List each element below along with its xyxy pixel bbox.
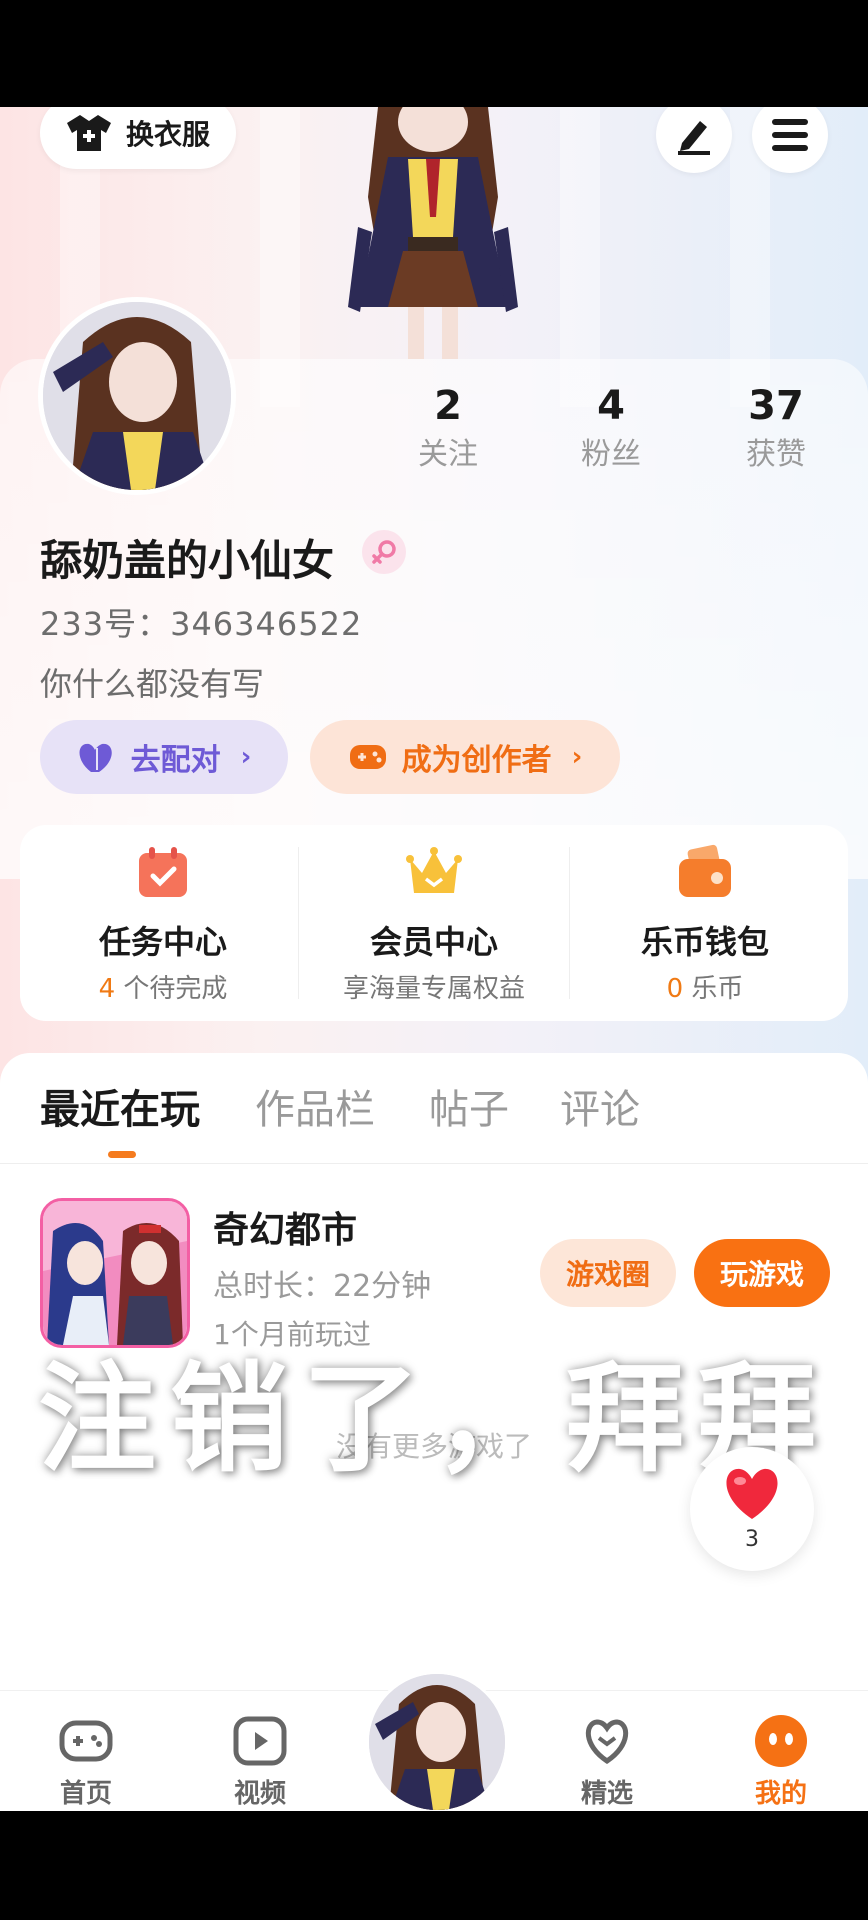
like-count: 3	[745, 1527, 759, 1552]
gender-badge	[362, 530, 406, 574]
hamburger-menu-icon	[772, 119, 808, 151]
user-id: 233号：346346522	[40, 605, 363, 643]
heart-icon	[726, 1468, 778, 1519]
tshirt-icon	[66, 115, 111, 151]
avatar-image	[43, 302, 231, 490]
avatar[interactable]	[38, 297, 236, 495]
heart-outline-icon	[586, 1719, 628, 1765]
pair-button-label: 去配对	[130, 743, 221, 778]
likes-stat[interactable]: 37 获赞	[716, 382, 836, 480]
coin-wallet-subtitle: 0 乐币	[666, 974, 744, 1004]
task-center-title: 任务中心	[98, 923, 227, 961]
game-circle-button[interactable]: 游戏圈	[540, 1239, 676, 1307]
coin-wallet-title: 乐币钱包	[640, 923, 769, 961]
tabs-divider	[0, 1163, 868, 1164]
nav-center-avatar[interactable]	[366, 1671, 508, 1811]
tab-works[interactable]: 作品栏	[255, 1077, 375, 1135]
likes-count: 37	[748, 383, 804, 429]
profile-screen: 换衣服 2 关注 4 粉丝 37 获赞 舔奶盖的小仙女 233号：3463465…	[0, 107, 868, 1811]
services-panel: 任务中心 4 个待完成 会员中心 享海量专属权益 乐币钱包 0 乐币	[20, 825, 848, 1021]
nav-video-label: 视频	[233, 1779, 286, 1809]
nav-featured[interactable]: 精选	[547, 1691, 667, 1811]
crown-icon	[406, 847, 462, 893]
chevron-right-icon: ›	[240, 742, 252, 772]
change-clothes-button[interactable]: 换衣服	[40, 107, 236, 169]
tab-recently-played[interactable]: 最近在玩	[40, 1077, 200, 1135]
calendar-check-icon	[139, 847, 187, 897]
edit-profile-button[interactable]	[656, 107, 732, 173]
become-creator-label: 成为创作者	[401, 743, 552, 778]
female-icon	[372, 540, 396, 564]
nav-mine-label: 我的	[754, 1779, 807, 1809]
gamepad-icon	[349, 745, 386, 769]
followers-count: 4	[597, 383, 625, 429]
vip-center-item[interactable]: 会员中心 享海量专属权益	[299, 825, 569, 1021]
vip-center-subtitle: 享海量专属权益	[342, 974, 525, 1004]
tab-comments[interactable]: 评论	[560, 1077, 640, 1135]
bio: 你什么都没有写	[40, 665, 265, 703]
followers-label: 粉丝	[581, 437, 641, 472]
following-stat[interactable]: 2 关注	[388, 382, 508, 480]
following-label: 关注	[418, 437, 478, 472]
game-total-time: 总时长：22分钟	[213, 1269, 432, 1304]
nav-home-label: 首页	[59, 1779, 112, 1809]
tab-posts[interactable]: 帖子	[429, 1077, 509, 1135]
game-name: 奇幻都市	[213, 1210, 358, 1251]
play-game-button[interactable]: 玩游戏	[694, 1239, 830, 1307]
wallet-icon	[679, 844, 731, 897]
likes-label: 获赞	[746, 437, 806, 472]
pen-icon	[678, 121, 710, 155]
task-center-subtitle: 4 个待完成	[98, 974, 228, 1004]
like-button[interactable]: 3	[690, 1447, 814, 1571]
following-count: 2	[434, 383, 462, 429]
nav-video[interactable]: 视频	[200, 1691, 320, 1811]
gamepad-icon	[59, 1720, 113, 1762]
double-heart-icon	[79, 743, 112, 772]
chevron-right-icon: ›	[571, 742, 583, 772]
nav-mine[interactable]: 我的	[721, 1691, 841, 1811]
play-video-icon	[233, 1716, 287, 1766]
username: 舔奶盖的小仙女	[40, 536, 335, 585]
vip-center-title: 会员中心	[369, 923, 498, 961]
3d-avatar-figure[interactable]	[338, 107, 528, 359]
followers-stat[interactable]: 4 粉丝	[551, 382, 671, 480]
active-tab-indicator	[108, 1151, 136, 1158]
nav-featured-label: 精选	[580, 1779, 633, 1809]
become-creator-button[interactable]: 成为创作者 ›	[310, 720, 620, 794]
pair-button[interactable]: 去配对 ›	[40, 720, 288, 794]
mine-face-icon	[755, 1715, 807, 1767]
change-clothes-label: 换衣服	[125, 118, 210, 151]
avatar-image	[369, 1674, 505, 1810]
task-center-item[interactable]: 任务中心 4 个待完成	[28, 825, 298, 1021]
nav-home[interactable]: 首页	[26, 1691, 146, 1811]
coin-wallet-item[interactable]: 乐币钱包 0 乐币	[570, 825, 840, 1021]
